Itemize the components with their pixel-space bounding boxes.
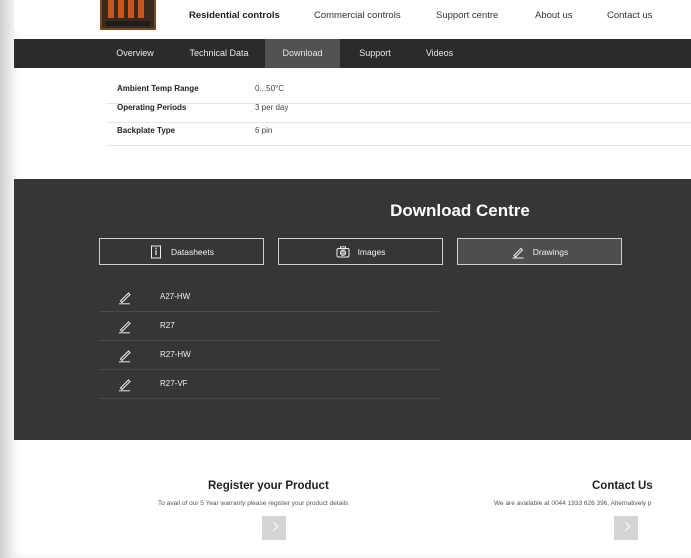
page: Residential controls Commercial controls… — [0, 0, 691, 558]
contact-us-button[interactable] — [614, 516, 638, 540]
images-label: Images — [357, 246, 386, 257]
camera-icon — [336, 245, 350, 259]
chevron-right-icon — [268, 521, 279, 532]
download-centre: Download Centre Datasheets Images Drawin… — [14, 179, 691, 440]
nav-link-support-centre[interactable]: Support centre — [436, 10, 498, 21]
drawing-name[interactable]: R27 — [160, 321, 175, 330]
datasheets-button[interactable]: Datasheets — [99, 238, 264, 265]
product-tab-bar: Overview Technical Data Download Support… — [14, 39, 691, 68]
tab-technical-data[interactable]: Technical Data — [179, 39, 259, 68]
logo-mark — [108, 0, 148, 18]
page-edge-shadow — [0, 0, 14, 558]
spec-label: Backplate Type — [117, 126, 176, 135]
top-navigation: Residential controls Commercial controls… — [14, 0, 691, 30]
nav-link-commercial-controls[interactable]: Commercial controls — [314, 10, 401, 21]
drawings-button[interactable]: Drawings — [457, 238, 622, 265]
register-product-button[interactable] — [262, 516, 286, 540]
nav-link-residential-controls[interactable]: Residential controls — [189, 10, 280, 21]
tab-overview[interactable]: Overview — [104, 39, 166, 68]
datasheets-label: Datasheets — [171, 246, 214, 257]
register-product-text: To avail of our 5 Year warranty please r… — [158, 500, 349, 507]
spec-label: Ambient Temp Range — [117, 84, 199, 93]
nav-link-about-us[interactable]: About us — [535, 10, 573, 21]
pencil-icon — [117, 347, 133, 363]
spec-value: 6 pin — [255, 126, 273, 135]
datasheet-icon — [149, 245, 163, 259]
drawing-list-item[interactable]: A27-HW — [99, 283, 439, 312]
tab-videos[interactable]: Videos — [412, 39, 467, 68]
register-product-title: Register your Product — [208, 480, 329, 492]
download-centre-title: Download Centre — [390, 201, 530, 220]
images-button[interactable]: Images — [278, 238, 443, 265]
tab-support[interactable]: Support — [346, 39, 404, 68]
drawing-name[interactable]: A27-HW — [160, 292, 190, 301]
contact-us-title: Contact Us — [592, 480, 653, 492]
pencil-icon — [511, 245, 525, 259]
drawing-list-item[interactable]: R27-HW — [99, 341, 439, 370]
pencil-icon — [117, 289, 133, 305]
pencil-icon — [117, 376, 133, 392]
contact-us-text: We are available at 0044 1933 626 396. A… — [494, 500, 652, 507]
drawing-name[interactable]: R27-HW — [160, 350, 191, 359]
spec-row: Backplate Type 6 pin — [107, 117, 691, 146]
spec-label: Operating Periods — [117, 103, 187, 112]
spec-value: 3 per day — [255, 103, 289, 112]
spec-value: 0...50°C — [255, 84, 284, 93]
drawing-name[interactable]: R27-VF — [160, 379, 188, 388]
nav-link-contact-us[interactable]: Contact us — [607, 10, 652, 21]
drawings-label: Drawings — [532, 246, 569, 257]
logo-subtitle-bar — [106, 21, 150, 26]
drawing-list-item[interactable]: R27 — [99, 312, 439, 341]
chevron-right-icon — [620, 521, 631, 532]
drawing-list-item[interactable]: R27-VF — [99, 370, 439, 399]
pencil-icon — [117, 318, 133, 334]
tab-download[interactable]: Download — [265, 39, 340, 68]
brand-logo[interactable] — [100, 0, 156, 30]
